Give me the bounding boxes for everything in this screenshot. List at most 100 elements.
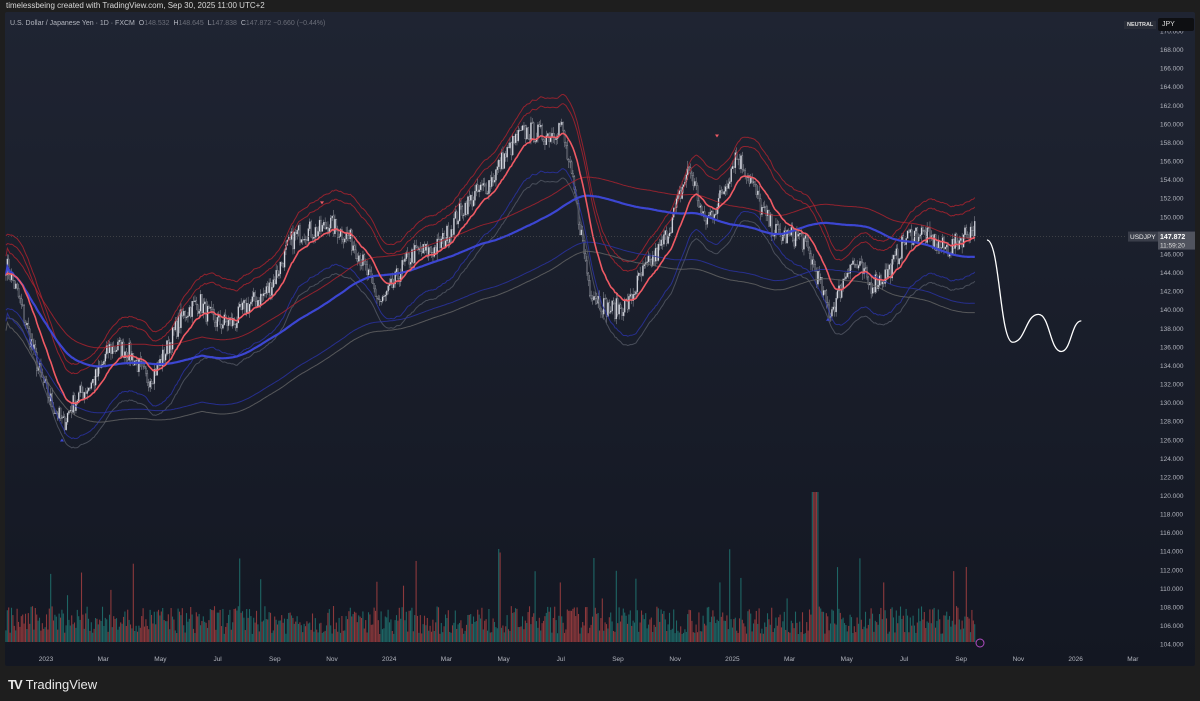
volume-bar bbox=[481, 607, 483, 642]
candle-body bbox=[491, 177, 493, 187]
currency-button[interactable]: JPY bbox=[1158, 18, 1194, 31]
candle-body bbox=[607, 302, 609, 317]
volume-bar bbox=[402, 585, 405, 642]
volume-bar bbox=[544, 616, 546, 642]
volume-bar bbox=[748, 609, 750, 642]
candle bbox=[393, 278, 395, 291]
candle bbox=[755, 183, 758, 198]
candle-body bbox=[909, 229, 912, 233]
candle bbox=[146, 369, 149, 387]
candle bbox=[916, 226, 919, 242]
candle bbox=[873, 287, 875, 294]
candle bbox=[13, 279, 16, 289]
volume-bar bbox=[820, 608, 822, 642]
volume-bar bbox=[723, 620, 725, 642]
candle-body bbox=[930, 235, 933, 237]
candle-body bbox=[374, 288, 377, 297]
volume-bar bbox=[191, 614, 193, 642]
candle bbox=[890, 263, 892, 284]
candle-body bbox=[316, 227, 318, 237]
candle-body bbox=[430, 252, 433, 254]
volume-bar bbox=[248, 609, 251, 642]
candle bbox=[862, 258, 864, 281]
candle bbox=[293, 230, 296, 254]
volume-bar bbox=[362, 611, 364, 642]
candle-body bbox=[957, 241, 959, 250]
volume-bar bbox=[73, 622, 76, 642]
volume-bar bbox=[444, 614, 447, 642]
volume-bar bbox=[209, 609, 211, 642]
volume-bar bbox=[166, 621, 168, 642]
candle-body bbox=[664, 230, 667, 235]
candle bbox=[250, 299, 252, 307]
candle bbox=[278, 270, 280, 280]
y-tick-label: 152.000 bbox=[1160, 196, 1184, 203]
volume-bar bbox=[27, 613, 29, 642]
candle bbox=[113, 341, 115, 354]
volume-bar bbox=[239, 558, 241, 642]
candle bbox=[874, 270, 877, 295]
volume-bar bbox=[59, 617, 62, 642]
x-tick-label: Nov bbox=[326, 656, 338, 663]
volume-bar bbox=[671, 628, 673, 642]
candle bbox=[363, 253, 366, 265]
candle bbox=[464, 201, 466, 218]
candle-body bbox=[22, 304, 24, 306]
volume-bar bbox=[451, 625, 454, 642]
candle-body bbox=[454, 211, 457, 219]
volume-bar bbox=[785, 629, 787, 642]
volume-bar bbox=[773, 628, 776, 642]
volume-bar bbox=[971, 609, 973, 642]
candle bbox=[524, 124, 527, 143]
candle-body bbox=[380, 301, 382, 303]
candle-body bbox=[250, 301, 252, 305]
candle bbox=[729, 177, 731, 190]
candle bbox=[351, 228, 353, 256]
candle bbox=[925, 226, 927, 245]
candle bbox=[660, 233, 662, 249]
price-chart[interactable]: 170.000168.000166.000164.000162.000160.0… bbox=[0, 0, 1200, 701]
candle bbox=[104, 351, 107, 367]
volume-bar bbox=[961, 620, 963, 642]
y-tick-label: 134.000 bbox=[1160, 363, 1184, 370]
candle-body bbox=[813, 259, 815, 265]
volume-bar bbox=[450, 632, 452, 642]
candle-body bbox=[671, 217, 674, 233]
candle bbox=[324, 217, 326, 230]
volume-bar bbox=[612, 630, 615, 642]
volume-bar bbox=[867, 624, 869, 642]
candle bbox=[439, 236, 441, 252]
candle bbox=[311, 234, 314, 241]
candle bbox=[282, 262, 284, 268]
candle bbox=[908, 228, 910, 234]
candle-body bbox=[822, 290, 825, 296]
volume-bar bbox=[908, 632, 910, 642]
volume-bar bbox=[944, 615, 946, 642]
candle-body bbox=[888, 264, 891, 270]
candle-body bbox=[192, 301, 195, 302]
candle bbox=[860, 255, 863, 265]
x-tick-label: 2023 bbox=[39, 656, 54, 663]
candle bbox=[384, 291, 387, 302]
tradingview-logo[interactable]: TV TradingView bbox=[8, 677, 97, 692]
volume-bar bbox=[304, 626, 307, 642]
time-axis bbox=[8, 650, 1153, 664]
candle-body bbox=[640, 274, 643, 276]
candle-body bbox=[843, 278, 846, 280]
volume-bar bbox=[142, 608, 144, 642]
candle-body bbox=[442, 233, 444, 240]
candle-body bbox=[743, 169, 745, 171]
volume-bar bbox=[505, 626, 507, 642]
candle bbox=[184, 310, 186, 322]
volume-bar bbox=[213, 606, 216, 642]
volume-bar bbox=[415, 560, 417, 642]
volume-bar bbox=[414, 615, 416, 642]
volume-bar bbox=[366, 632, 368, 642]
candle-body bbox=[565, 142, 567, 146]
candle bbox=[962, 234, 965, 248]
candle bbox=[345, 226, 347, 244]
volume-bar bbox=[82, 614, 84, 642]
candle-body bbox=[244, 300, 247, 314]
candle bbox=[734, 149, 737, 174]
volume-bar bbox=[594, 607, 596, 642]
